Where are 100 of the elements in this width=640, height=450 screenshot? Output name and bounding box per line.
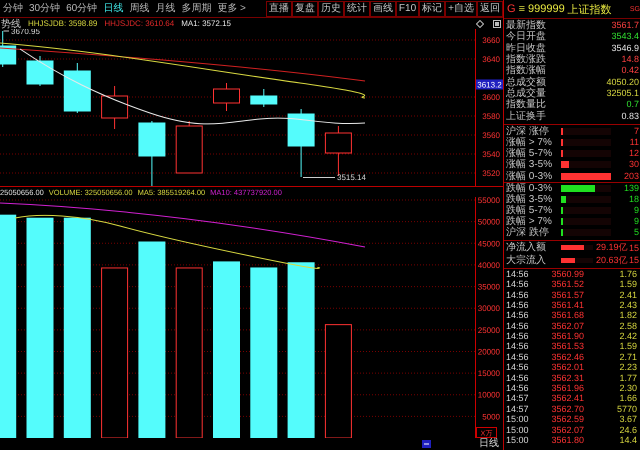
candlestick <box>176 120 203 174</box>
menu-glyph[interactable]: ≡ <box>518 3 525 15</box>
tick-price: 3562.07 <box>550 424 584 435</box>
price-axis-label: 3660 <box>482 36 500 45</box>
indicator-value: MA1: 3572.15 <box>181 19 231 28</box>
tick-time: 14:56 <box>506 341 530 352</box>
period-tab[interactable]: 30分钟 <box>26 2 64 14</box>
volume-axis-label: 20000 <box>478 347 500 356</box>
tick-time: 15:00 <box>506 424 530 435</box>
tick-time: 14:56 <box>506 362 530 372</box>
breadth-count: 18 <box>628 194 639 205</box>
tick-time: 14:56 <box>506 320 530 331</box>
info-label: 总成交额 <box>506 76 546 88</box>
period-tab[interactable]: 月线 <box>152 2 178 14</box>
tick-price: 3560.99 <box>550 268 584 279</box>
info-label: 上证换手 <box>506 110 546 122</box>
info-label: 指数量比 <box>506 99 546 110</box>
tick-volume: 24.6 <box>618 424 637 435</box>
volume-axis-label: 35000 <box>478 282 500 292</box>
toolbar-button[interactable]: 画线 <box>370 0 396 16</box>
breadth-label: 涨幅 3-5% <box>506 159 554 170</box>
tick-time: 15:00 <box>506 414 530 424</box>
tick-time: 14:56 <box>506 268 530 279</box>
scroll-marker-icon[interactable] <box>422 440 431 448</box>
tick-volume: 1.77 <box>618 372 637 383</box>
toolbar-button[interactable]: 标记 <box>419 0 446 16</box>
flow-label: 净流入额 <box>506 242 547 254</box>
tick-price: 3562.41 <box>550 393 584 404</box>
price-axis-label: 3640 <box>482 55 500 64</box>
tick-volume: 1.59 <box>618 279 637 290</box>
tick-volume: 2.41 <box>618 290 637 300</box>
tick-volume: 5770 <box>616 404 637 414</box>
flow-label: 大宗流入 <box>506 254 547 266</box>
tick-volume: 14.4 <box>618 434 637 445</box>
toolbar-button[interactable]: 返回 <box>477 0 503 16</box>
candlestick <box>101 86 128 130</box>
info-value: 14.8 <box>621 54 639 66</box>
candlestick <box>250 88 278 108</box>
tick-price: 3562.07 <box>550 320 584 331</box>
diamond-icon[interactable] <box>476 20 484 28</box>
breadth-label: 沪深 涨停 <box>506 126 550 137</box>
info-label: 昨日收盘 <box>506 42 546 54</box>
info-value: 0.7 <box>626 99 639 110</box>
period-tab[interactable]: 多周期 <box>178 2 214 14</box>
indicator-value: HHJSJDC: 3610.64 <box>104 19 174 28</box>
leader-line <box>302 177 336 178</box>
tick-time: 14:56 <box>506 331 530 342</box>
tick-price: 3561.53 <box>550 341 584 352</box>
leader-line <box>3 30 10 32</box>
info-value: 0.83 <box>621 110 639 122</box>
tick-time: 14:56 <box>506 300 530 310</box>
tick-volume: 2.30 <box>618 383 637 394</box>
volume-axis-label: 45000 <box>478 239 500 248</box>
tick-volume: 1.66 <box>618 393 637 404</box>
tick-time: 14:56 <box>506 383 530 394</box>
candlestick <box>138 120 166 186</box>
tick-time: 14:56 <box>506 352 530 362</box>
period-tab[interactable]: 60分钟 <box>63 2 100 14</box>
tick-time: 14:56 <box>506 372 530 383</box>
candlestick <box>64 62 91 114</box>
market-label: G <box>507 3 516 15</box>
toolbar-button[interactable]: F10 <box>396 0 420 16</box>
info-value: 4050.20 <box>606 76 639 88</box>
toolbar-button[interactable]: 历史 <box>318 0 344 16</box>
period-tab[interactable]: 日线 <box>100 2 126 14</box>
tick-time: 14:56 <box>506 310 530 320</box>
tick-volume: 2.43 <box>618 300 637 310</box>
toolbar-button[interactable]: 复盘 <box>292 0 318 16</box>
low-price-label: 3515.14 <box>337 173 366 182</box>
breadth-label: 沪深 跌停 <box>506 227 550 238</box>
tick-price: 3561.80 <box>550 434 584 445</box>
tick-price: 3562.01 <box>550 362 584 372</box>
info-label: 最新指数 <box>506 20 546 32</box>
volume-axis-label: 5000 <box>482 412 500 422</box>
period-tab[interactable]: 周线 <box>126 2 152 14</box>
indicator-value: HHJSJDB: 3598.89 <box>28 19 98 28</box>
window-icon[interactable] <box>493 20 501 28</box>
tick-time: 14:57 <box>506 404 530 414</box>
tick-volume: 2.71 <box>618 352 637 362</box>
candlestick <box>288 108 315 178</box>
breadth-count: 7 <box>632 126 639 137</box>
breadth-count: 11 <box>628 136 639 148</box>
period-label: 日线 <box>478 438 500 450</box>
period-tab[interactable]: 更多 > <box>214 2 249 14</box>
period-tab[interactable]: 分钟 <box>0 2 26 14</box>
tick-price: 3561.57 <box>550 290 584 300</box>
volume-axis-label: 55000 <box>478 197 500 206</box>
tick-price: 3562.70 <box>550 404 584 414</box>
flow-value: 20.63亿 <box>596 254 628 267</box>
candlestick <box>26 56 54 86</box>
toolbar-button[interactable]: 直播 <box>266 0 292 16</box>
price-axis-label: 3540 <box>482 150 500 159</box>
tick-time: 14:57 <box>506 393 530 404</box>
volume-axis-label: 10000 <box>478 390 500 400</box>
price-marker: 3613.2 <box>476 79 503 90</box>
tick-time: 15:00 <box>506 434 530 445</box>
toolbar-button[interactable]: +自选 <box>445 0 477 16</box>
tick-time: 14:56 <box>506 290 530 300</box>
flow-extra: 15 <box>628 242 639 253</box>
toolbar-button[interactable]: 统计 <box>344 0 370 16</box>
